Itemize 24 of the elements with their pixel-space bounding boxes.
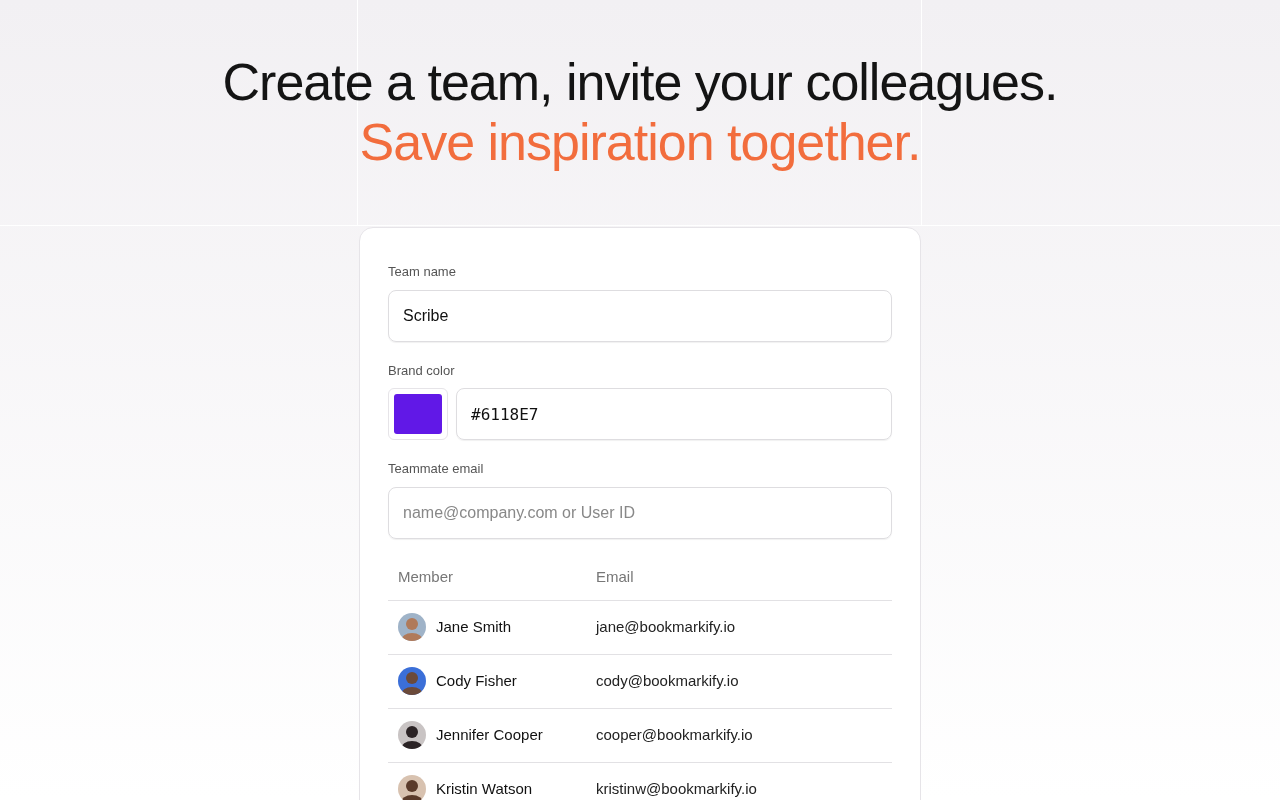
input-field[interactable]: #6118E7 [456, 388, 892, 440]
avatar [398, 721, 426, 749]
member-name: Cody Fisher [436, 670, 517, 691]
subheadline: Save inspiration together. [359, 112, 921, 172]
headline: Create a team, invite your colleagues. [222, 52, 1058, 112]
member-email: jane@bookmarkify.io [596, 616, 736, 637]
avatar [398, 613, 426, 641]
color-swatch [394, 394, 442, 434]
member-name: Kristin Watson [436, 778, 533, 799]
color-swatch-button[interactable] [388, 388, 448, 440]
member-email: cody@bookmarkify.io [596, 670, 739, 691]
column-header: Member [398, 566, 454, 587]
member-name: Jennifer Cooper [436, 724, 543, 745]
avatar [398, 775, 426, 800]
field-label: Brand color [388, 361, 456, 380]
input-field[interactable]: Scribe [388, 289, 892, 342]
input-field[interactable]: name@company.com or User ID [388, 486, 892, 539]
member-email: cooper@bookmarkify.io [596, 724, 753, 745]
field-label: Teammate email [388, 460, 485, 478]
column-header: Email [596, 566, 634, 587]
avatar [398, 667, 426, 695]
field-label: Team name [388, 263, 457, 281]
member-name: Jane Smith [436, 616, 512, 637]
member-email: kristinw@bookmarkify.io [596, 778, 757, 799]
